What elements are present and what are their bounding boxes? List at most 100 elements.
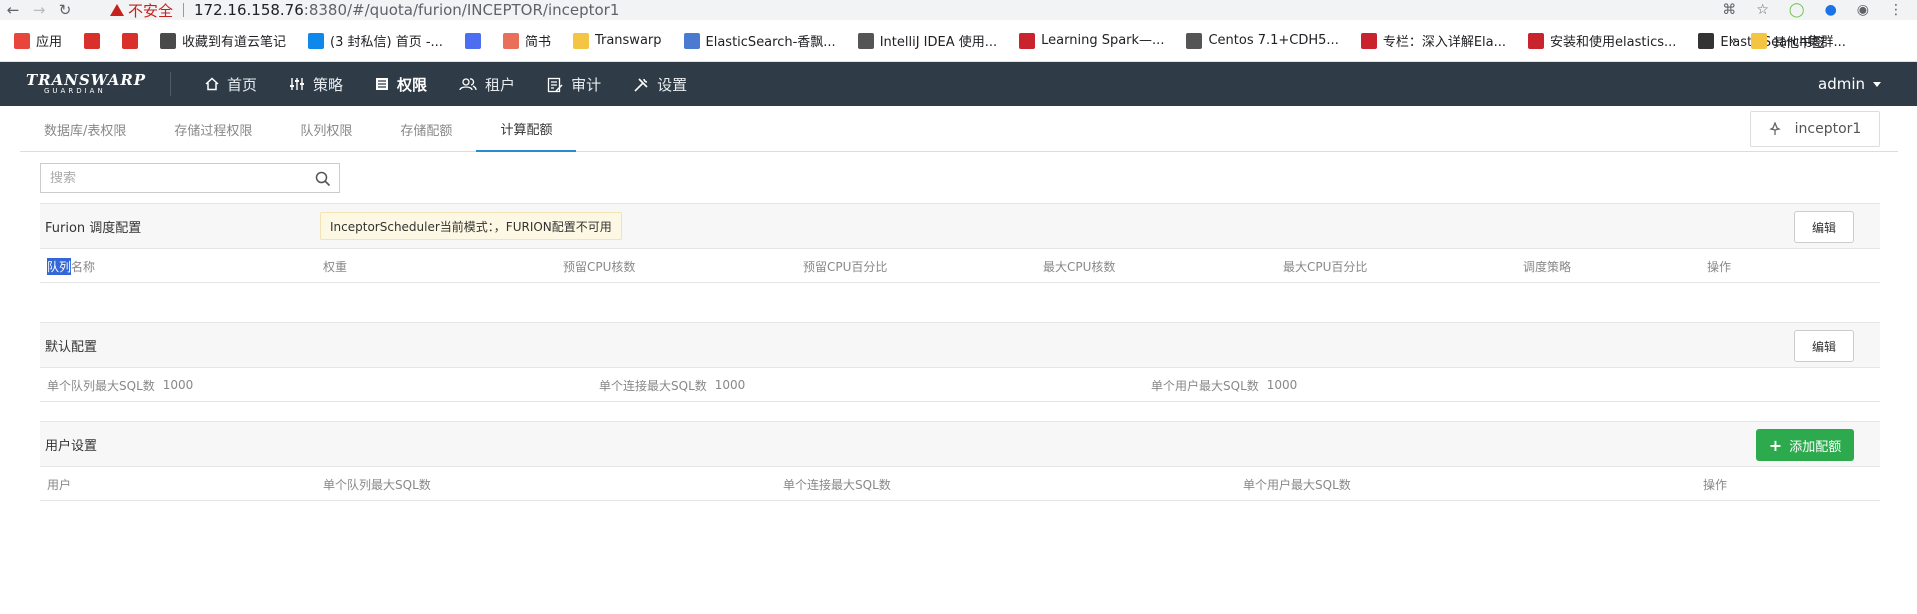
list-icon [375, 77, 389, 91]
plus-icon: + [1768, 435, 1783, 455]
nav-item-1[interactable]: 策略 [273, 62, 359, 106]
search-icon[interactable] [315, 171, 331, 187]
insecure-indicator[interactable]: 不安全 [110, 0, 173, 21]
column-header[interactable]: 操作 [1707, 249, 1731, 283]
chevron-double-right-icon[interactable]: » [1729, 34, 1737, 49]
column-header[interactable]: 单个连接最大SQL数 [783, 467, 891, 501]
subtab-3[interactable]: 存储配额 [376, 106, 476, 152]
config-item: 单个用户最大SQL数 1000 [1151, 368, 1297, 402]
config-value: 1000 [714, 378, 746, 392]
bookmark-item[interactable]: 专栏：深入详解Ela... [1360, 31, 1506, 50]
column-header[interactable]: 最大CPU核数 [1043, 249, 1115, 283]
warning-icon [110, 4, 124, 16]
search-input[interactable] [50, 170, 300, 186]
column-header[interactable]: 权重 [323, 249, 347, 283]
column-header[interactable]: 预留CPU百分比 [803, 249, 887, 283]
star-icon[interactable]: ☆ [1756, 2, 1769, 18]
jianshu-icon [502, 32, 519, 49]
address-bar[interactable]: 不安全 172.16.158.76:8380/#/quota/furion/IN… [110, 0, 1810, 20]
add-quota-button[interactable]: + 添加配额 [1756, 429, 1854, 461]
csdn-icon [1019, 32, 1036, 49]
transwarp-logo[interactable]: TRANSWARP GUARDIAN [0, 73, 170, 95]
bookmark-item[interactable]: 简书 [502, 31, 551, 50]
pin-icon [1768, 122, 1781, 135]
caret-down-icon [1873, 81, 1881, 87]
back-arrow-icon[interactable]: ← [0, 1, 26, 19]
circle-e-icon [464, 32, 481, 49]
nav-item-5[interactable]: 设置 [617, 62, 703, 106]
nav-label: 审计 [571, 75, 602, 94]
config-item: 单个连接最大SQL数 1000 [599, 368, 745, 402]
linux-icon [1698, 32, 1715, 49]
column-header[interactable]: 单个队列最大SQL数 [323, 467, 431, 501]
translate-icon[interactable]: ⌘ [1722, 2, 1736, 18]
furion-notice: InceptorScheduler当前模式：，FURION配置不可用 [320, 212, 622, 240]
column-header-queue-name[interactable]: 队列 名称 [47, 249, 95, 283]
bookmark-label: Centos 7.1+CDH5... [1208, 33, 1339, 48]
subtab-0[interactable]: 数据库/表权限 [20, 106, 150, 152]
menu-kebab-icon[interactable]: ⋮ [1889, 2, 1903, 18]
default-config-header: 默认配置 编辑 [40, 322, 1880, 368]
column-header[interactable]: 预留CPU核数 [563, 249, 635, 283]
bookmark-item[interactable]: IntelliJ IDEA 使用... [857, 31, 998, 50]
subtab-4[interactable]: 计算配额 [476, 106, 577, 152]
config-item: 单个队列最大SQL数 1000 [47, 368, 193, 402]
column-header[interactable]: 操作 [1703, 467, 1727, 501]
bookmark-item[interactable]: ElasticSearch-香飘... [683, 31, 836, 50]
blog-icon [683, 32, 700, 49]
bookmark-item[interactable]: Learning Spark—... [1019, 32, 1165, 49]
url-path: :8380/#/quota/furion/INCEPTOR/inceptor1 [303, 1, 620, 19]
column-header[interactable]: 调度策略 [1523, 249, 1571, 283]
bookmark-item[interactable]: (3 封私信) 首页 -... [308, 31, 443, 50]
subtab-2[interactable]: 队列权限 [276, 106, 376, 152]
bookmark-label: 简书 [524, 35, 551, 50]
bookmark-label: Learning Spark—... [1041, 33, 1165, 48]
bookmark-item[interactable]: 收藏到有道云笔记 [160, 31, 286, 50]
column-header[interactable]: 单个用户最大SQL数 [1243, 467, 1351, 501]
nav-item-3[interactable]: 租户 [443, 62, 531, 106]
extension-ring-icon[interactable]: ◯ [1789, 2, 1805, 18]
extension-bulb-icon[interactable]: ● [1825, 2, 1837, 18]
nav-label: 权限 [397, 75, 428, 94]
bookmark-item[interactable]: 应用 [14, 31, 62, 50]
section-title: 用户设置 [45, 438, 98, 454]
subtab-list: 数据库/表权限 存储过程权限 队列权限 存储配额 计算配额 [20, 106, 577, 152]
users-icon [459, 77, 477, 91]
bookmark-item[interactable] [84, 32, 101, 49]
default-config-edit-button[interactable]: 编辑 [1794, 330, 1854, 362]
apps-grid-icon [14, 32, 30, 49]
bookmark-item[interactable] [122, 32, 139, 49]
bookmark-label: Transwarp [594, 33, 662, 48]
url-host: 172.16.158.76 [194, 1, 304, 19]
bookmark-item[interactable]: Centos 7.1+CDH5... [1186, 32, 1339, 49]
user-menu[interactable]: admin [1818, 62, 1881, 106]
nav-label: 策略 [313, 75, 344, 94]
user-settings-table-header: 用户 单个队列最大SQL数 单个连接最大SQL数 单个用户最大SQL数 操作 [40, 467, 1880, 501]
column-header[interactable]: 最大CPU百分比 [1283, 249, 1367, 283]
bookmark-item[interactable]: Transwarp [572, 32, 662, 49]
other-bookmarks-folder[interactable]: 其他书签 [1750, 32, 1825, 51]
profile-avatar-icon[interactable]: ◉ [1857, 2, 1869, 18]
nav-item-2[interactable]: 权限 [359, 62, 443, 106]
subtab-1[interactable]: 存储过程权限 [150, 106, 276, 152]
bookmark-label: IntelliJ IDEA 使用... [879, 35, 998, 50]
section-title: Furion 调度配置 [45, 220, 142, 236]
quota-tabs: 数据库/表权限 存储过程权限 队列权限 存储配额 计算配额 inceptor1 [20, 106, 1898, 152]
nav-divider [170, 72, 171, 96]
bookmark-item[interactable]: 安装和使用elastics... [1528, 31, 1676, 50]
reload-icon[interactable]: ↻ [52, 1, 78, 19]
nav-item-4[interactable]: 审计 [531, 62, 617, 106]
tools-icon [633, 77, 649, 92]
furion-edit-button[interactable]: 编辑 [1794, 211, 1854, 243]
csdn-icon [1360, 32, 1377, 49]
forward-arrow-icon[interactable]: → [26, 1, 52, 19]
nav-item-0[interactable]: 首页 [189, 62, 273, 106]
config-label: 单个队列最大SQL数 [47, 378, 155, 393]
bookmarks-bar: 应用 收藏到有道云笔记 (3 封私信) 首页 -... 简书 Transwarp Elas… [0, 20, 1917, 62]
nav-label: 设置 [657, 75, 688, 94]
bookmark-item[interactable] [464, 32, 481, 49]
instance-selector-button[interactable]: inceptor1 [1750, 111, 1880, 147]
user-name: admin [1818, 75, 1865, 93]
user-settings-header: 用户设置 + 添加配额 [40, 421, 1880, 467]
column-header[interactable]: 用户 [47, 467, 71, 501]
